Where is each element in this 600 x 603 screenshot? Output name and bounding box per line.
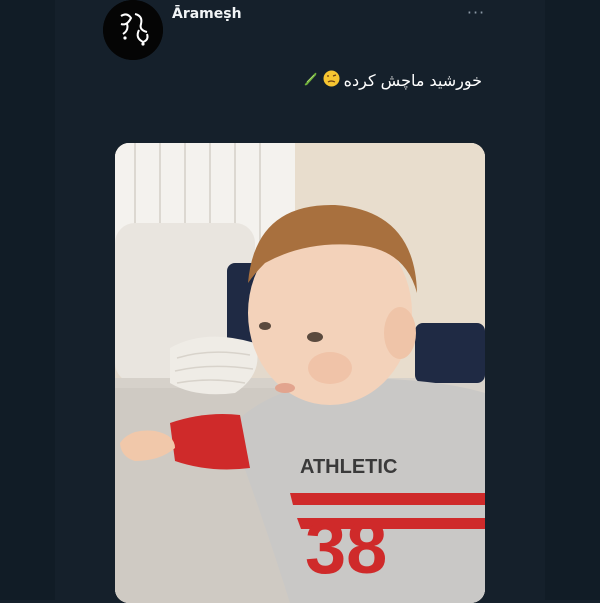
avatar[interactable] xyxy=(103,0,163,60)
cucumber-emoji xyxy=(302,70,319,91)
author-display-name[interactable]: Ārameṣh xyxy=(172,6,242,22)
tweet-text-content: خورشید ماچش کرده xyxy=(343,71,482,90)
tweet-text: خورشید ماچش کرده xyxy=(302,70,482,91)
calligraphy-avatar-icon xyxy=(103,0,163,60)
woozy-face-emoji xyxy=(323,70,340,91)
left-gutter xyxy=(0,0,55,600)
shirt-print-text: ATHLETIC xyxy=(300,456,397,478)
shirt-print-number: 38 xyxy=(305,506,387,589)
right-gutter xyxy=(545,0,600,600)
more-options-button[interactable]: ··· xyxy=(462,2,490,24)
tweet-photo[interactable]: ATHLETIC 38 xyxy=(115,143,485,603)
toddler-photo: ATHLETIC 38 xyxy=(115,143,485,603)
